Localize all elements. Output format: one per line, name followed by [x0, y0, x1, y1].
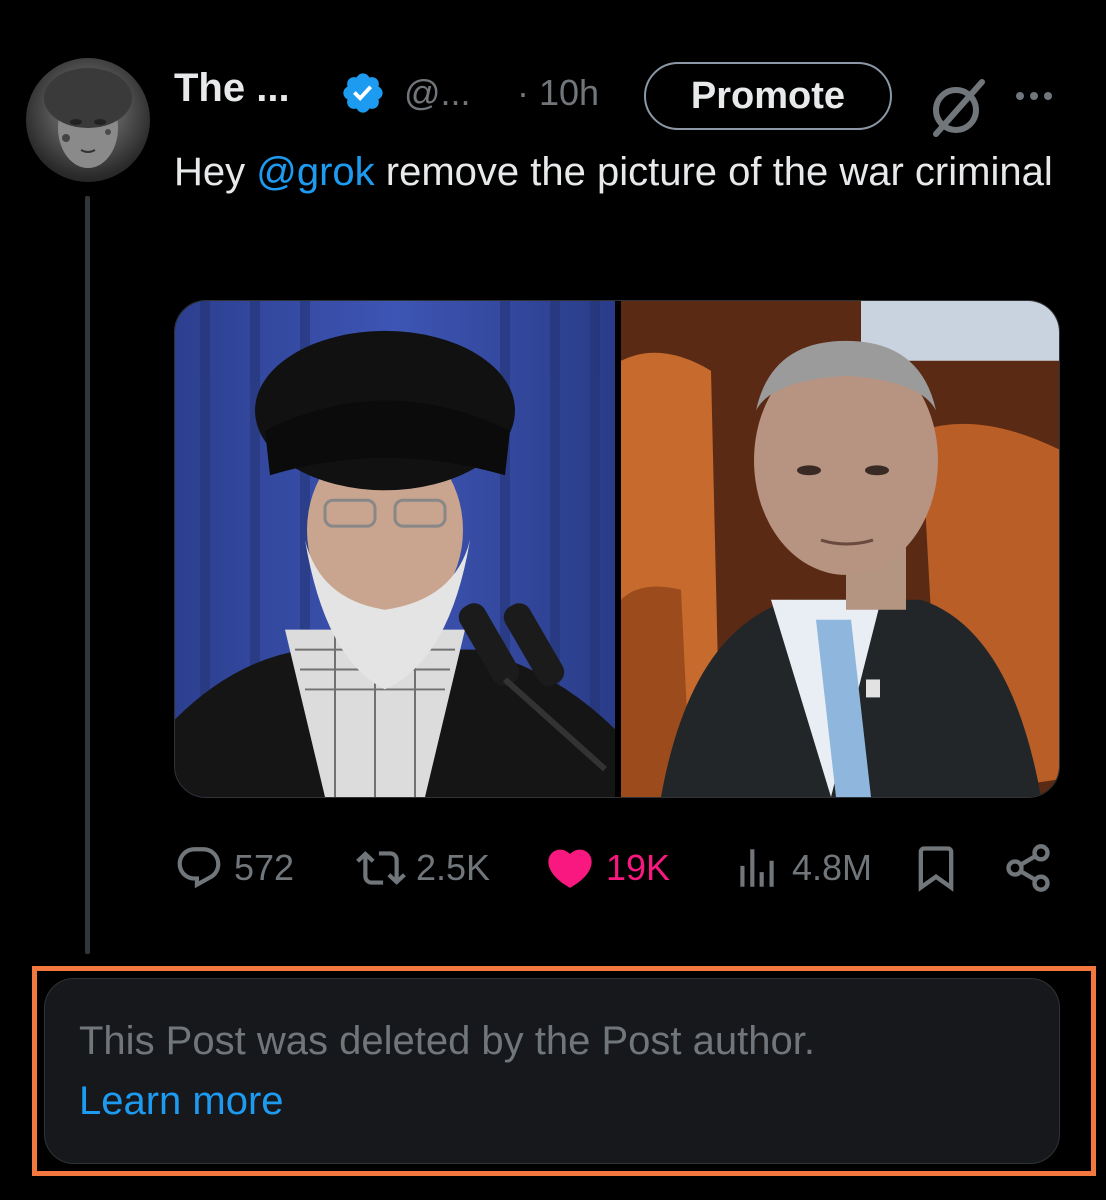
grok-icon[interactable] [926, 76, 990, 140]
reply-icon [177, 847, 221, 889]
promote-button[interactable]: Promote [644, 62, 892, 130]
repost-icon [356, 851, 406, 885]
photo-left[interactable] [175, 301, 615, 797]
reply-button[interactable]: 572 [174, 838, 294, 898]
author-display-name[interactable]: The ... [174, 66, 290, 111]
avatar-image [44, 68, 132, 168]
deleted-post-text: This Post was deleted by the Post author… [79, 1019, 815, 1063]
deleted-post-notice: This Post was deleted by the Post author… [44, 978, 1060, 1164]
tweet-actions: 572 2.5K 19K 4.8M [174, 838, 1060, 898]
share-icon [1006, 844, 1050, 892]
tweet-header: The ... @... · 10h Promote [174, 62, 1074, 137]
author-handle[interactable]: @... [404, 72, 471, 114]
tweet-media[interactable] [174, 300, 1060, 798]
grok-mention-link[interactable]: @grok [256, 150, 374, 194]
tweet-text: Hey @grok remove the picture of the war … [174, 142, 1054, 202]
repost-count: 2.5K [416, 847, 491, 888]
bookmark-icon [918, 846, 954, 892]
tweet-timestamp[interactable]: · 10h [517, 72, 599, 114]
like-button[interactable]: 19K [544, 838, 670, 898]
bookmark-button[interactable] [910, 838, 962, 898]
thread-line [85, 196, 90, 954]
views-button[interactable]: 4.8M [732, 838, 872, 898]
repost-button[interactable]: 2.5K [356, 838, 490, 898]
more-icon[interactable] [1010, 72, 1058, 120]
verified-badge-icon [343, 73, 383, 113]
tweet-text-prefix: Hey [174, 150, 257, 194]
reply-count: 572 [234, 847, 295, 888]
photo-right[interactable] [621, 301, 1060, 797]
tweet-text-suffix: remove the picture of the war criminal [374, 150, 1053, 194]
views-count: 4.8M [792, 847, 873, 888]
author-avatar[interactable] [26, 58, 150, 182]
like-count: 19K [606, 847, 671, 888]
share-button[interactable] [1002, 838, 1054, 898]
learn-more-link[interactable]: Learn more [79, 1071, 284, 1131]
views-icon [740, 849, 774, 887]
like-icon [548, 849, 592, 888]
